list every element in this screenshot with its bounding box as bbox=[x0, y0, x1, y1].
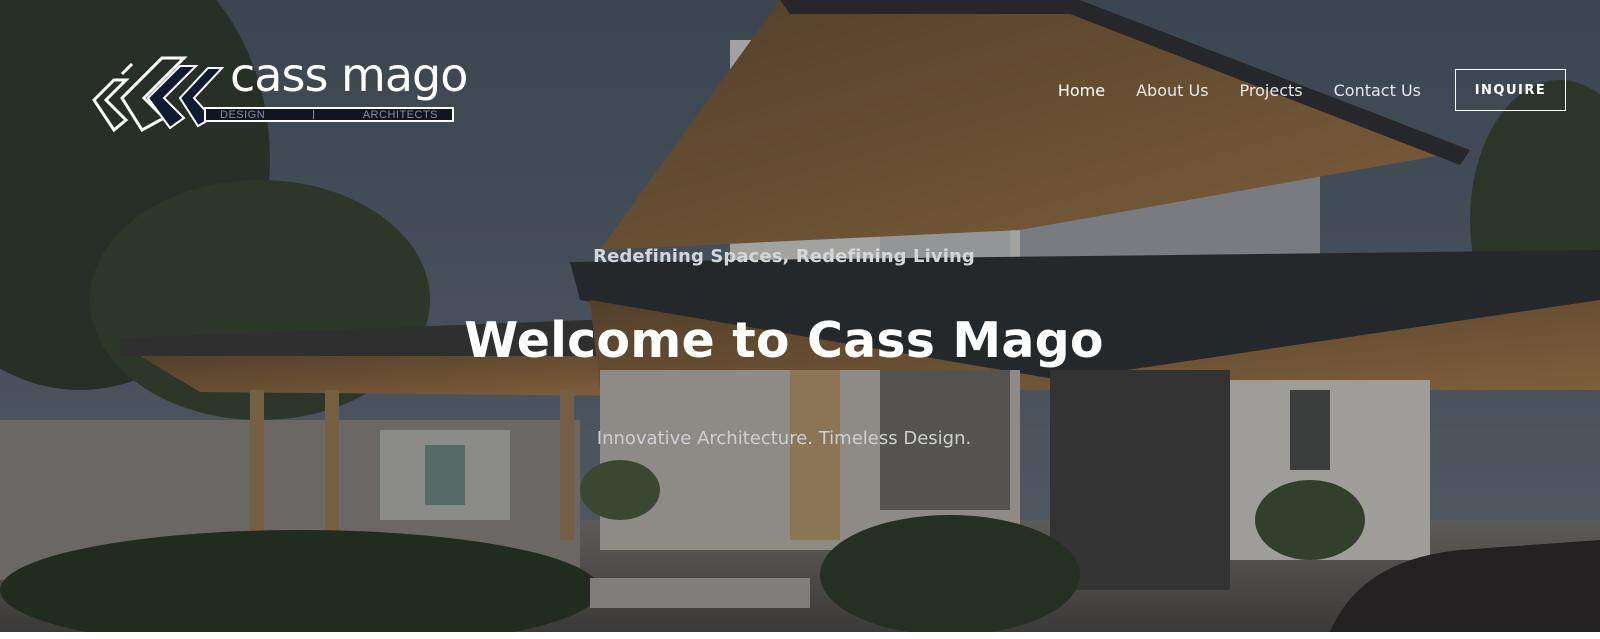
nav-item-projects[interactable]: Projects bbox=[1240, 81, 1303, 100]
nav-item-home[interactable]: Home bbox=[1058, 81, 1105, 100]
brand-logo[interactable]: cass mago DESIGN ARCHITECTS bbox=[92, 48, 468, 136]
main-nav: Home About Us Projects Contact Us INQUIR… bbox=[1058, 69, 1566, 111]
logo-wordmark: cass mago bbox=[230, 48, 468, 102]
nav-item-about-us[interactable]: About Us bbox=[1136, 81, 1208, 100]
hero-tagline: Redefining Spaces, Redefining Living bbox=[593, 246, 975, 267]
logo-sub-right: ARCHITECTS bbox=[362, 108, 438, 121]
hero-headline: Welcome to Cass Mago bbox=[464, 312, 1104, 369]
logo-subtitle-bar: DESIGN ARCHITECTS bbox=[204, 107, 454, 122]
nav-item-contact-us[interactable]: Contact Us bbox=[1334, 81, 1421, 100]
logo-sub-divider bbox=[313, 110, 315, 119]
logo-sub-left: DESIGN bbox=[220, 108, 266, 121]
page-bottom-strip bbox=[0, 632, 1600, 639]
logo-mark-icon bbox=[92, 56, 225, 133]
hero-subheadline: Innovative Architecture. Timeless Design… bbox=[596, 428, 972, 449]
hero-section: cass mago DESIGN ARCHITECTS Home About U… bbox=[0, 0, 1600, 632]
inquire-button[interactable]: INQUIRE bbox=[1455, 69, 1566, 111]
